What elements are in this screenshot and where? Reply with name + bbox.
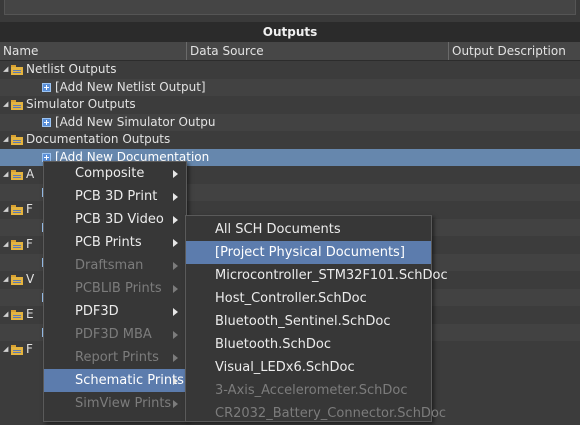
submenu-arrow-icon: [173, 308, 178, 316]
folder-icon: [11, 205, 23, 215]
tree-group-row[interactable]: ◢ Netlist Outputs: [0, 61, 580, 79]
submenu-arrow-icon: [173, 377, 178, 385]
submenu-arrow-icon: [173, 285, 178, 293]
menu1-item-label: Composite: [75, 166, 145, 181]
menu2-item-label: 3-Axis_Accelerometer.SchDoc: [215, 383, 408, 398]
menu2-item[interactable]: Bluetooth_Sentinel.SchDoc: [186, 310, 431, 333]
tree-group-row[interactable]: ◢ Documentation Outputs: [0, 131, 580, 149]
submenu-arrow-icon: [173, 354, 178, 362]
folder-icon: [11, 170, 23, 180]
submenu-arrow-icon: [173, 193, 178, 201]
menu1-item: PCBLIB Prints: [44, 277, 186, 300]
menu2-item[interactable]: All SCH Documents: [186, 218, 431, 241]
menu2-item-label: CR2032_Battery_Connector.SchDoc: [215, 406, 447, 421]
collapse-triangle-icon[interactable]: ◢: [3, 61, 8, 79]
submenu-arrow-icon: [173, 400, 178, 408]
menu1-item-label: PCB 3D Print: [75, 189, 158, 204]
menu1-item[interactable]: Schematic Prints: [44, 369, 186, 392]
menu1-item-label: Schematic Prints: [75, 373, 184, 388]
menu2-item: 3-Axis_Accelerometer.SchDoc: [186, 379, 431, 402]
folder-icon: [11, 345, 23, 355]
collapse-triangle-icon[interactable]: ◢: [3, 131, 8, 149]
folder-icon: [11, 310, 23, 320]
top-toolbar: [0, 0, 580, 23]
folder-icon: [11, 240, 23, 250]
menu2-item: CR2032_Battery_Connector.SchDoc: [186, 402, 446, 425]
group-label: Netlist Outputs: [26, 62, 117, 76]
menu1-item-label: PDF3D: [75, 304, 119, 319]
group-label: F: [26, 237, 33, 251]
menu2-item-label: Visual_LEDx6.SchDoc: [215, 360, 355, 375]
menu2-item-label: Host_Controller.SchDoc: [215, 291, 367, 306]
submenu-arrow-icon: [173, 262, 178, 270]
submenu-arrow-icon: [173, 216, 178, 224]
menu1-item-label: PCBLIB Prints: [75, 281, 162, 296]
folder-icon: [11, 135, 23, 145]
menu1-item-label: PCB Prints: [75, 235, 142, 250]
menu2-item-label: Bluetooth.SchDoc: [215, 337, 331, 352]
add-plus-icon: [42, 117, 51, 127]
add-output-label: [Add New Netlist Output]: [55, 79, 206, 94]
menu1-item-label: PDF3D MBA: [75, 327, 152, 342]
collapse-triangle-icon[interactable]: ◢: [3, 201, 8, 219]
menu1-item-label: Draftsman: [75, 258, 144, 273]
menu1-item[interactable]: PCB 3D Video: [44, 208, 186, 231]
menu1-item: Draftsman: [44, 254, 186, 277]
menu1-item-label: PCB 3D Video: [75, 212, 164, 227]
menu1-item: PDF3D MBA: [44, 323, 186, 346]
collapse-triangle-icon[interactable]: ◢: [3, 341, 8, 359]
submenu-arrow-icon: [173, 170, 178, 178]
collapse-triangle-icon[interactable]: ◢: [3, 96, 8, 114]
menu2-item[interactable]: Host_Controller.SchDoc: [186, 287, 431, 310]
collapse-triangle-icon[interactable]: ◢: [3, 166, 8, 184]
add-output-label: [Add New Simulator Outpu: [55, 114, 216, 129]
menu1-item-label: SimView Prints: [75, 396, 172, 411]
group-label: V: [26, 272, 35, 286]
group-label: Simulator Outputs: [26, 97, 136, 111]
menu1-item[interactable]: Composite: [44, 162, 186, 185]
tree-group-row[interactable]: ◢ Simulator Outputs: [0, 96, 580, 114]
column-name[interactable]: Name: [0, 42, 186, 60]
menu2-item-label: Microcontroller_STM32F101.SchDoc: [215, 268, 448, 283]
submenu-arrow-icon: [173, 331, 178, 339]
menu2-item-label: Bluetooth_Sentinel.SchDoc: [215, 314, 391, 329]
menu1-item-label: Report Prints: [75, 350, 159, 365]
group-label: F: [26, 202, 33, 216]
column-data-source[interactable]: Data Source: [186, 42, 450, 60]
folder-icon: [11, 100, 23, 110]
schematic-prints-submenu: All SCH Documents [Project Physical Docum…: [185, 215, 448, 425]
menu1-item[interactable]: PCB Prints: [44, 231, 186, 254]
menu2-item[interactable]: [Project Physical Documents]: [186, 241, 431, 264]
menu1-item: Report Prints: [44, 346, 186, 369]
folder-icon: [11, 275, 23, 285]
folder-icon: [11, 65, 23, 75]
menu2-item[interactable]: Bluetooth.SchDoc: [186, 333, 431, 356]
tree-add-row[interactable]: [Add New Simulator Outpu: [0, 113, 580, 131]
group-label: Documentation Outputs: [26, 132, 171, 146]
menu2-item-label: All SCH Documents: [215, 222, 341, 237]
group-label: F: [26, 342, 33, 356]
collapse-triangle-icon[interactable]: ◢: [3, 306, 8, 324]
panel-title: Outputs: [0, 22, 580, 42]
menu2-item-label: [Project Physical Documents]: [215, 245, 405, 260]
toolbar-strip: [4, 0, 576, 15]
add-plus-icon: [42, 82, 51, 92]
collapse-triangle-icon[interactable]: ◢: [3, 236, 8, 254]
menu2-item[interactable]: Microcontroller_STM32F101.SchDoc: [186, 264, 448, 287]
menu1-item[interactable]: PDF3D: [44, 300, 186, 323]
menu1-item[interactable]: PCB 3D Print: [44, 185, 186, 208]
group-label: A: [26, 167, 35, 181]
column-output-description[interactable]: Output Description: [448, 42, 580, 60]
column-header-bar: Name Data Source Output Description: [0, 42, 580, 61]
menu1-item: SimView Prints: [44, 392, 186, 415]
submenu-arrow-icon: [173, 239, 178, 247]
menu2-item[interactable]: Visual_LEDx6.SchDoc: [186, 356, 431, 379]
output-type-menu: Composite PCB 3D Print PCB 3D Video PCB Pri…: [43, 161, 187, 422]
collapse-triangle-icon[interactable]: ◢: [3, 271, 8, 289]
group-label: E: [26, 307, 34, 321]
tree-add-row[interactable]: [Add New Netlist Output]: [0, 78, 580, 96]
